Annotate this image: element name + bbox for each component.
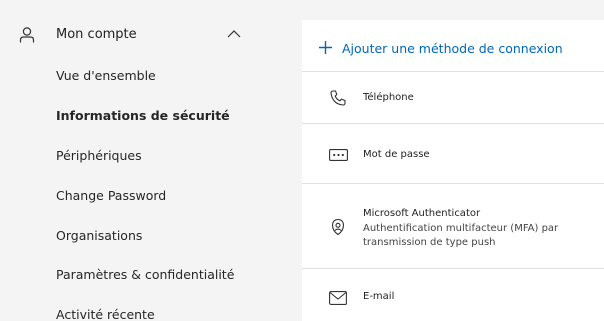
password-icon	[329, 149, 348, 161]
sidebar-item-settings-privacy[interactable]: Paramètres & confidentialité	[56, 267, 234, 282]
sidebar-item-overview[interactable]: Vue d'ensemble	[56, 68, 156, 83]
method-title-phone: Téléphone	[363, 92, 414, 103]
sidebar-item-recent-activity[interactable]: Activité récente	[56, 307, 155, 321]
my-account-label: Mon compte	[56, 27, 137, 42]
method-row-password: Mot de passe	[302, 124, 604, 184]
sidebar-item-change-password[interactable]: Change Password	[56, 188, 166, 203]
sidebar-item-security-info[interactable]: Informations de sécurité	[56, 108, 230, 123]
chevron-up-icon[interactable]	[227, 29, 241, 39]
my-account-header[interactable]: Mon compte	[0, 0, 293, 60]
email-icon	[329, 291, 347, 305]
phone-icon	[330, 90, 346, 106]
security-methods-card: Ajouter une méthode de connexion Télépho…	[302, 20, 604, 321]
method-row-email: E-mail	[302, 269, 604, 321]
method-description-authenticator: Authentification multifacteur (MFA) par …	[363, 223, 559, 248]
main-panel: Ajouter une méthode de connexion Télépho…	[293, 0, 604, 321]
method-row-authenticator: Microsoft Authenticator Authentification…	[302, 184, 604, 269]
authenticator-icon	[331, 218, 345, 236]
add-method-label: Ajouter une méthode de connexion	[342, 41, 563, 56]
person-icon	[19, 27, 35, 43]
method-row-phone: Téléphone	[302, 72, 604, 124]
sidebar-item-organizations[interactable]: Organisations	[56, 228, 142, 243]
sidebar-item-devices[interactable]: Périphériques	[56, 148, 142, 163]
add-method-button[interactable]: Ajouter une méthode de connexion	[302, 20, 604, 72]
sidebar: Mon compte Vue d'ensemble Informations d…	[0, 0, 293, 321]
plus-icon	[319, 41, 332, 54]
method-title-password: Mot de passe	[363, 149, 430, 160]
method-title-email: E-mail	[363, 291, 395, 302]
method-title-authenticator: Microsoft Authenticator	[363, 208, 481, 219]
